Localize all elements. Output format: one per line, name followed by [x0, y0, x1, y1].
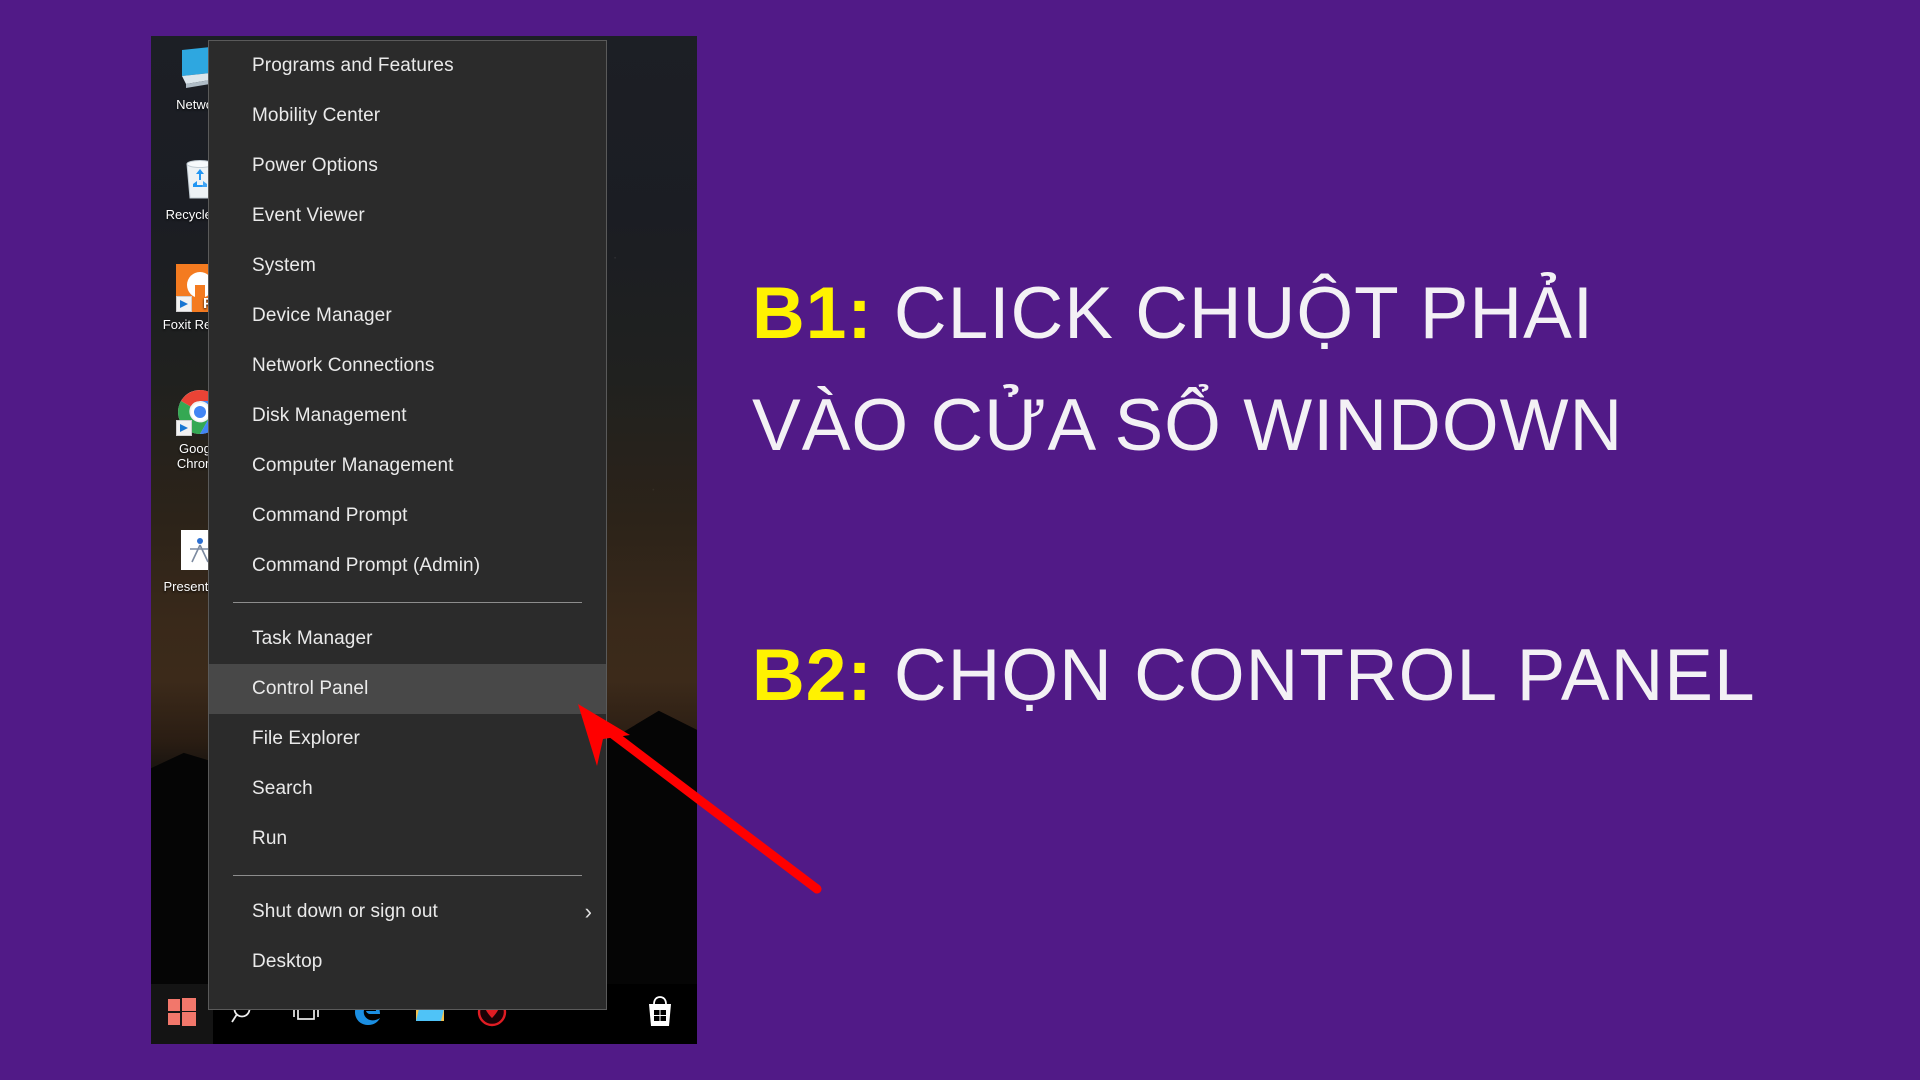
menu-item-label: Control Panel	[252, 678, 369, 699]
menu-item-label: Command Prompt	[252, 505, 408, 526]
step-1-tag: B1:	[752, 273, 873, 354]
menu-item-label: Device Manager	[252, 305, 392, 326]
menu-item-label: Desktop	[252, 951, 323, 972]
menu-item-label: Network Connections	[252, 355, 435, 376]
menu-item-label: Disk Management	[252, 405, 407, 426]
menu-item-device-manager[interactable]: Device Manager	[209, 291, 606, 341]
menu-item-label: Command Prompt (Admin)	[252, 555, 481, 576]
windows-logo-icon	[168, 997, 196, 1031]
menu-item-label: Mobility Center	[252, 105, 381, 126]
menu-item-power-options[interactable]: Power Options	[209, 141, 606, 191]
menu-item-task-manager[interactable]: Task Manager	[209, 614, 606, 664]
chevron-right-icon: ›	[584, 899, 592, 924]
menu-item-label: Run	[252, 828, 288, 849]
step-1-line-2: VÀO CỬA SỔ WINDOWN	[752, 385, 1624, 466]
menu-item-search[interactable]: Search	[209, 764, 606, 814]
microsoft-store-button[interactable]	[629, 984, 691, 1044]
step-1-line-1: CLICK CHUỘT PHẢI	[872, 273, 1595, 354]
menu-item-command-prompt-admin[interactable]: Command Prompt (Admin)	[209, 541, 606, 591]
step-2-line-1: CHỌN CONTROL PANEL	[872, 635, 1756, 716]
menu-item-label: Shut down or sign out	[252, 901, 438, 922]
menu-item-system[interactable]: System	[209, 241, 606, 291]
menu-item-mobility-center[interactable]: Mobility Center	[209, 91, 606, 141]
menu-item-file-explorer[interactable]: File Explorer	[209, 714, 606, 764]
menu-item-label: Task Manager	[252, 628, 373, 649]
menu-item-command-prompt[interactable]: Command Prompt	[209, 491, 606, 541]
windows-power-user-menu: Programs and Features Mobility Center Po…	[208, 40, 607, 1010]
step-2-text: B2: CHỌN CONTROL PANEL	[752, 620, 1756, 732]
menu-item-label: Programs and Features	[252, 55, 454, 76]
shortcut-overlay-icon	[176, 296, 192, 312]
menu-item-network-connections[interactable]: Network Connections	[209, 341, 606, 391]
menu-item-label: System	[252, 255, 316, 276]
menu-item-desktop[interactable]: Desktop	[209, 937, 606, 987]
shortcut-overlay-icon	[176, 420, 192, 436]
menu-item-programs-and-features[interactable]: Programs and Features	[209, 41, 606, 91]
menu-item-label: Power Options	[252, 155, 378, 176]
start-button[interactable]	[151, 984, 213, 1044]
menu-item-event-viewer[interactable]: Event Viewer	[209, 191, 606, 241]
menu-item-label: Event Viewer	[252, 205, 365, 226]
menu-item-computer-management[interactable]: Computer Management	[209, 441, 606, 491]
step-1-text: B1: CLICK CHUỘT PHẢI VÀO CỬA SỔ WINDOWN	[752, 258, 1623, 482]
menu-item-label: File Explorer	[252, 728, 360, 749]
menu-item-label: Search	[252, 778, 313, 799]
menu-separator	[233, 602, 582, 603]
menu-item-run[interactable]: Run	[209, 814, 606, 864]
step-2-tag: B2:	[752, 635, 873, 716]
menu-item-label: Computer Management	[252, 455, 454, 476]
microsoft-store-icon	[645, 995, 675, 1033]
menu-separator	[233, 875, 582, 876]
menu-item-disk-management[interactable]: Disk Management	[209, 391, 606, 441]
menu-item-control-panel[interactable]: Control Panel	[209, 664, 606, 714]
menu-item-shut-down-or-sign-out[interactable]: Shut down or sign out ›	[209, 887, 606, 937]
